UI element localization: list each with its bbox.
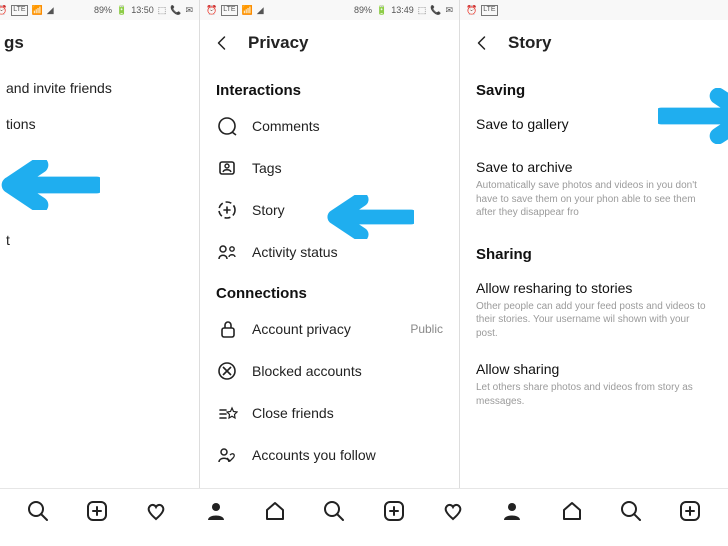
activity-icon [216,241,238,263]
menu-item-comments[interactable]: Comments [200,105,459,147]
titlebar: Story [460,20,728,66]
setting-save-archive[interactable]: Save to archive [460,148,728,177]
menu-item[interactable] [0,142,199,182]
add-icon[interactable] [85,499,109,523]
menu-item[interactable]: tions [0,106,199,142]
screen-story: ⏰LTE Story Saving Save to gallery Save t… [460,0,728,490]
privacy-status: Public [410,322,443,336]
back-icon[interactable] [214,34,232,52]
story-icon [216,199,238,221]
search-icon[interactable] [619,499,643,523]
setting-desc: Let others share photos and videos from … [460,379,728,418]
tags-icon [216,157,238,179]
section-header: Sharing [460,230,728,269]
profile-icon[interactable] [204,499,228,523]
comment-icon [216,115,238,137]
setting-allow-sharing[interactable]: Allow sharing [460,350,728,379]
status-bar: ⏰LTE📶◢ 89% 🔋 13:50 ⬚📞✉ [0,0,199,20]
blocked-icon [216,360,238,382]
page-title: Story [508,33,551,53]
menu-item[interactable]: t [0,222,199,258]
heart-icon[interactable] [441,499,465,523]
close-friends-icon [216,402,238,424]
status-bar: ⏰LTE📶◢ 89% 🔋 13:49 ⬚📞✉ [200,0,459,20]
titlebar: Privacy [200,20,459,66]
setting-reshare[interactable]: Allow resharing to stories [460,269,728,298]
bottom-nav [0,488,728,532]
add-icon[interactable] [382,499,406,523]
setting-desc: Other people can add your feed posts and… [460,298,728,351]
screen-privacy: ⏰LTE📶◢ 89% 🔋 13:49 ⬚📞✉ Privacy Interacti… [200,0,460,490]
menu-item-tags[interactable]: Tags [200,147,459,189]
page-title: gs [4,33,24,53]
setting-save-gallery[interactable]: Save to gallery [460,105,728,134]
home-icon[interactable] [263,499,287,523]
menu-item-story[interactable]: Story [200,189,459,231]
menu-item[interactable] [0,258,199,298]
back-icon[interactable] [474,34,492,52]
search-icon[interactable] [322,499,346,523]
menu-item[interactable]: and invite friends [0,70,199,106]
section-header: Saving [460,70,728,105]
lock-icon [216,318,238,340]
titlebar: gs [0,20,199,66]
setting-desc: Automatically save photos and videos in … [460,177,728,230]
follow-icon [216,444,238,466]
section-header: Connections [200,273,459,308]
menu-item-blocked[interactable]: Blocked accounts [200,350,459,392]
status-bar: ⏰LTE [460,0,728,20]
menu-item-account-privacy[interactable]: Account privacy Public [200,308,459,350]
home-icon[interactable] [560,499,584,523]
profile-icon[interactable] [500,499,524,523]
search-icon[interactable] [26,499,50,523]
menu-item-activity[interactable]: Activity status [200,231,459,273]
section-header: Interactions [200,70,459,105]
menu-item-close-friends[interactable]: Close friends [200,392,459,434]
screen-settings: ⏰LTE📶◢ 89% 🔋 13:50 ⬚📞✉ gs and invite fri… [0,0,200,490]
menu-item-accounts-follow[interactable]: Accounts you follow [200,434,459,476]
heart-icon[interactable] [144,499,168,523]
add-icon[interactable] [678,499,702,523]
page-title: Privacy [248,33,309,53]
menu-item[interactable] [0,182,199,222]
